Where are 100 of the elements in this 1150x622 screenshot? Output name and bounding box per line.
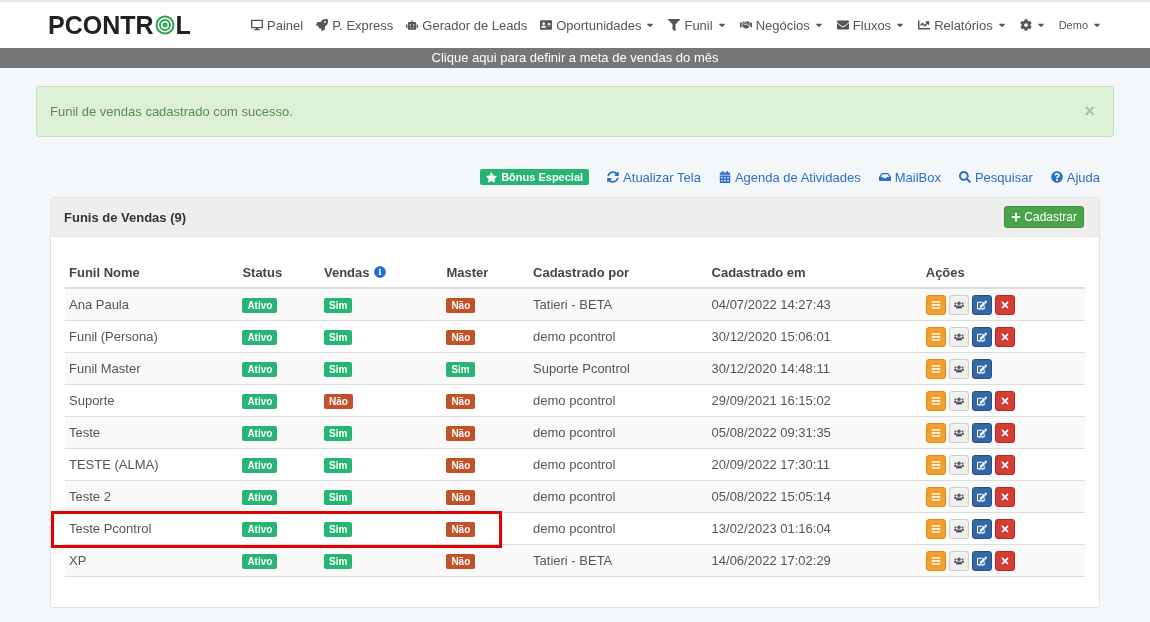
- sales-badge: Não: [324, 393, 353, 409]
- delete-button[interactable]: [994, 518, 1015, 539]
- status-badge: Ativo: [242, 361, 278, 377]
- users-button[interactable]: [948, 422, 969, 443]
- edit-button[interactable]: [971, 358, 992, 379]
- users-button[interactable]: [948, 326, 969, 347]
- table-cell: 20/09/2022 17:30:11: [711, 457, 830, 472]
- settings-menu[interactable]: [1019, 19, 1046, 31]
- sales-badge: Sim: [324, 489, 353, 505]
- users-button[interactable]: [948, 550, 969, 571]
- search-icon: [958, 171, 971, 183]
- sales-badge: Sim: [324, 361, 353, 377]
- users-button[interactable]: [948, 358, 969, 379]
- edit-icon: [976, 459, 987, 470]
- edit-button[interactable]: [971, 422, 992, 443]
- table-cell: Teste Pcontrol: [65, 512, 239, 545]
- status-badge: Ativo: [242, 553, 278, 569]
- table-cell: 30/12/2020 15:06:01: [711, 329, 831, 344]
- handshake-icon: [739, 19, 752, 31]
- nav-item[interactable]: Fluxos: [836, 17, 906, 33]
- edit-icon: [976, 523, 987, 534]
- logo-text: L: [175, 10, 191, 40]
- edit-button[interactable]: [971, 326, 992, 347]
- line-chart-icon: [918, 19, 931, 31]
- toolbar-link[interactable]: Atualizar Tela: [607, 169, 701, 185]
- logo-text: PCONTR: [48, 10, 154, 40]
- nav-item[interactable]: Negócios: [739, 17, 824, 33]
- toolbar-link[interactable]: Ajuda: [1050, 169, 1100, 185]
- funnel-icon: [668, 19, 681, 31]
- plus-icon: [1011, 212, 1022, 222]
- table-cell: demo pcontrol: [533, 521, 616, 536]
- table-cell: 05/08/2022 15:05:14: [711, 489, 831, 504]
- nav-item[interactable]: Relatórios: [918, 17, 1007, 33]
- info-icon[interactable]: [373, 266, 386, 278]
- status-badge: Ativo: [242, 297, 278, 313]
- sales-badge: Sim: [324, 553, 353, 569]
- nav-item[interactable]: Gerador de Leads: [406, 17, 528, 33]
- delete-button[interactable]: [994, 550, 1015, 571]
- table-cell: TESTE (ALMA): [65, 448, 239, 481]
- table-cell: Tatieri - BETA: [533, 553, 613, 568]
- table-cell: Funil Master: [65, 352, 239, 385]
- edit-icon: [976, 491, 987, 502]
- table-cell: demo pcontrol: [533, 489, 616, 504]
- delete-button[interactable]: [994, 486, 1015, 507]
- edit-button[interactable]: [971, 294, 992, 315]
- menu-icon: [930, 523, 941, 534]
- status-badge: Ativo: [242, 489, 278, 505]
- master-badge: Não: [446, 457, 476, 473]
- table-cell: 13/02/2023 01:16:04: [711, 521, 831, 536]
- menu-icon: [930, 491, 941, 502]
- nav-item[interactable]: Funil: [668, 17, 727, 33]
- delete-button[interactable]: [994, 422, 1015, 443]
- delete-button[interactable]: [994, 454, 1015, 475]
- status-badge: Ativo: [242, 457, 278, 473]
- master-badge: Não: [446, 425, 476, 441]
- contact-card-icon: [540, 19, 553, 31]
- monitor-icon: [251, 19, 264, 31]
- users-button[interactable]: [948, 390, 969, 411]
- master-badge: Não: [446, 393, 476, 409]
- users-icon: [953, 555, 964, 566]
- delete-button[interactable]: [994, 326, 1015, 347]
- close-icon: [999, 331, 1010, 342]
- menu-icon: [930, 395, 941, 406]
- master-badge: Não: [446, 329, 476, 345]
- toolbar-link[interactable]: Agenda de Atividades: [718, 169, 861, 185]
- table-cell: 29/09/2021 16:15:02: [711, 393, 831, 408]
- menu-icon: [930, 331, 941, 342]
- robot-icon: [406, 19, 419, 31]
- delete-button[interactable]: [994, 390, 1015, 411]
- alert-message: Funil de vendas cadastrado com sucesso.: [50, 104, 293, 119]
- edit-button[interactable]: [971, 454, 992, 475]
- settings-icon: [1019, 19, 1032, 31]
- users-icon: [953, 459, 964, 470]
- star-icon: [486, 171, 498, 183]
- users-button[interactable]: [948, 454, 969, 475]
- users-icon: [953, 427, 964, 438]
- edit-button[interactable]: [971, 550, 992, 571]
- delete-button[interactable]: [994, 294, 1015, 315]
- toolbar-link[interactable]: Pesquisar: [958, 169, 1033, 185]
- users-button[interactable]: [948, 294, 969, 315]
- users-icon: [953, 395, 964, 406]
- users-button[interactable]: [948, 486, 969, 507]
- edit-icon: [976, 395, 987, 406]
- close-icon: [999, 523, 1010, 534]
- close-icon: [999, 299, 1010, 310]
- toolbar-link[interactable]: MailBox: [878, 169, 941, 185]
- nav-item[interactable]: P. Express: [316, 17, 394, 33]
- edit-button[interactable]: [971, 486, 992, 507]
- users-icon: [953, 363, 964, 374]
- nav-item[interactable]: Painel: [251, 17, 304, 33]
- nav-item[interactable]: Oportunidades: [540, 17, 656, 33]
- edit-icon: [976, 363, 987, 374]
- close-icon: [999, 395, 1010, 406]
- column-header: Funil Nome: [69, 265, 140, 280]
- nav-item[interactable]: Demo: [1058, 19, 1102, 31]
- users-icon: [953, 491, 964, 502]
- edit-button[interactable]: [971, 390, 992, 411]
- edit-button[interactable]: [971, 518, 992, 539]
- users-button[interactable]: [948, 518, 969, 539]
- sales-goal-banner[interactable]: Clique aqui para definir a meta de vendas do mês: [0, 48, 1150, 68]
